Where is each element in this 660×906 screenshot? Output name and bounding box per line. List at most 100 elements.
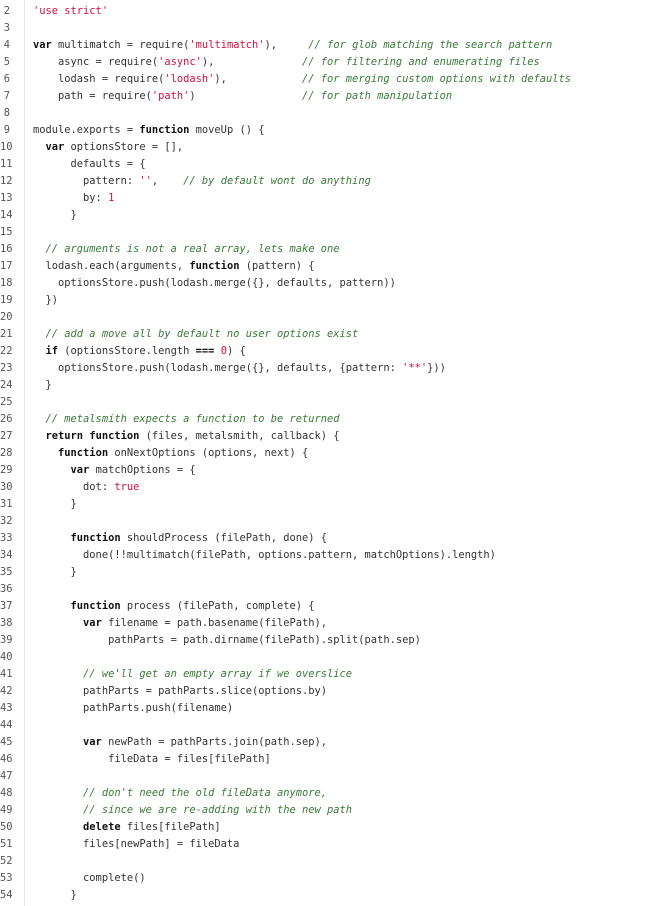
plain-token: lodash = require(	[33, 73, 165, 85]
plain-token: module.exports =	[33, 124, 140, 136]
line-number: 41	[0, 668, 13, 680]
line-number: 18	[0, 277, 13, 289]
line-code: var multimatch = require('multimatch'), …	[33, 37, 552, 54]
line-number: 19	[0, 294, 13, 306]
line-number: 26	[0, 413, 13, 425]
string-token: 'path'	[151, 90, 190, 102]
comment-token: // metalsmith expects a function to be r…	[45, 413, 340, 425]
line-number: 29	[0, 464, 13, 476]
keyword-token: var	[33, 39, 52, 51]
line-code: if (optionsStore.length === 0) {	[33, 343, 246, 360]
plain-token: multimatch = require(	[51, 39, 190, 51]
line-number: 53	[0, 872, 13, 884]
line-code: dot: true	[33, 479, 139, 496]
plain-token: async = require(	[33, 56, 159, 68]
string-token: '**'	[402, 362, 428, 374]
plain-token: )	[189, 90, 303, 102]
code-line: 2 'use strict'	[0, 3, 660, 20]
code-line: 27 return function (files, metalsmith, c…	[0, 428, 660, 445]
line-number: 34	[0, 549, 13, 561]
keyword-token: var	[70, 464, 90, 476]
keyword-token: function	[89, 430, 140, 442]
keyword-token: ===	[195, 345, 215, 357]
code-line: 39 pathParts = path.dirname(filePath).sp…	[0, 632, 660, 649]
line-number: 23	[0, 362, 13, 374]
plain-token: filename = path.basename(filePath),	[101, 617, 328, 629]
code-line: 40	[0, 649, 660, 666]
keyword-token: delete	[83, 821, 121, 833]
line-code: pathParts = pathParts.slice(options.by)	[33, 683, 327, 700]
line-number: 27	[0, 430, 13, 442]
code-line: 48 // don't need the old fileData anymor…	[0, 785, 660, 802]
plain-token: done(!!multimatch(filePath, options.patt…	[33, 549, 496, 561]
line-number: 8	[3, 107, 10, 119]
code-line: 29 var matchOptions = {	[0, 462, 660, 479]
line-number: 28	[0, 447, 13, 459]
string-token: 'async'	[158, 56, 202, 68]
line-number: 36	[0, 583, 13, 595]
code-line: 23 optionsStore.push(lodash.merge({}, de…	[0, 360, 660, 377]
code-line: 30 dot: true	[0, 479, 660, 496]
code-viewer[interactable]: 2'use strict' 3 4 var multimatch = require(…	[0, 0, 660, 906]
line-number: 17	[0, 260, 13, 272]
plain-token: dot:	[33, 481, 115, 493]
number-token: 1	[108, 192, 115, 204]
plain-token: files[filePath]	[120, 821, 221, 833]
plain-token: }	[33, 566, 77, 578]
plain-token: ,	[151, 175, 184, 187]
plain-token: ),	[214, 73, 303, 85]
code-line: 31 }	[0, 496, 660, 513]
line-code: }	[33, 887, 77, 904]
line-code: }	[33, 377, 52, 394]
code-line: 21 // add a move all by default no user …	[0, 326, 660, 343]
line-code: done(!!multimatch(filePath, options.patt…	[33, 547, 496, 564]
plain-token: }	[33, 379, 52, 391]
plain-token: onNextOptions (options, next) {	[108, 447, 309, 459]
keyword-token: function	[139, 124, 190, 136]
code-line: 18 optionsStore.push(lodash.merge({}, de…	[0, 275, 660, 292]
code-line: 38 var filename = path.basename(filePath…	[0, 615, 660, 632]
plain-token: matchOptions = {	[89, 464, 196, 476]
plain-token: fileData = files[filePath]	[33, 753, 271, 765]
line-number: 20	[0, 311, 13, 323]
code-line: 35 }	[0, 564, 660, 581]
keyword-token: var	[45, 141, 65, 153]
line-number: 45	[0, 736, 13, 748]
comment-token: // add a move all by default no user opt…	[45, 328, 359, 340]
string-token: true	[114, 481, 140, 493]
code-line: 28 function onNextOptions (options, next…	[0, 445, 660, 462]
line-code: fileData = files[filePath]	[33, 751, 271, 768]
plain-token: optionsStore.push(lodash.merge({}, defau…	[33, 277, 396, 289]
line-code: var newPath = pathParts.join(path.sep),	[33, 734, 327, 751]
plain-token: ),	[201, 56, 303, 68]
line-number: 7	[3, 90, 10, 102]
plain-token: }	[33, 889, 77, 901]
code-line: 37 function process (filePath, complete)…	[0, 598, 660, 615]
line-number: 35	[0, 566, 13, 578]
plain-token: newPath = pathParts.join(path.sep),	[101, 736, 328, 748]
code-line: 4 var multimatch = require('multimatch'),…	[0, 37, 660, 54]
comment-token: // arguments is not a real array, lets m…	[45, 243, 340, 255]
line-code: optionsStore.push(lodash.merge({}, defau…	[33, 360, 446, 377]
code-line: 20	[0, 309, 660, 326]
comment-token: // for path manipulation	[302, 90, 453, 102]
line-number: 38	[0, 617, 13, 629]
line-number: 49	[0, 804, 13, 816]
line-code: // metalsmith expects a function to be r…	[33, 411, 340, 428]
code-line: 3	[0, 20, 660, 37]
comment-token: // for filtering and enumerating files	[302, 56, 540, 68]
comment-token: // for glob matching the search pattern	[308, 39, 553, 51]
comment-token: // since we are re-adding with the new p…	[83, 804, 353, 816]
code-line: 51 files[newPath] = fileData	[0, 836, 660, 853]
plain-token: files[newPath] = fileData	[33, 838, 240, 850]
code-line: 32	[0, 513, 660, 530]
